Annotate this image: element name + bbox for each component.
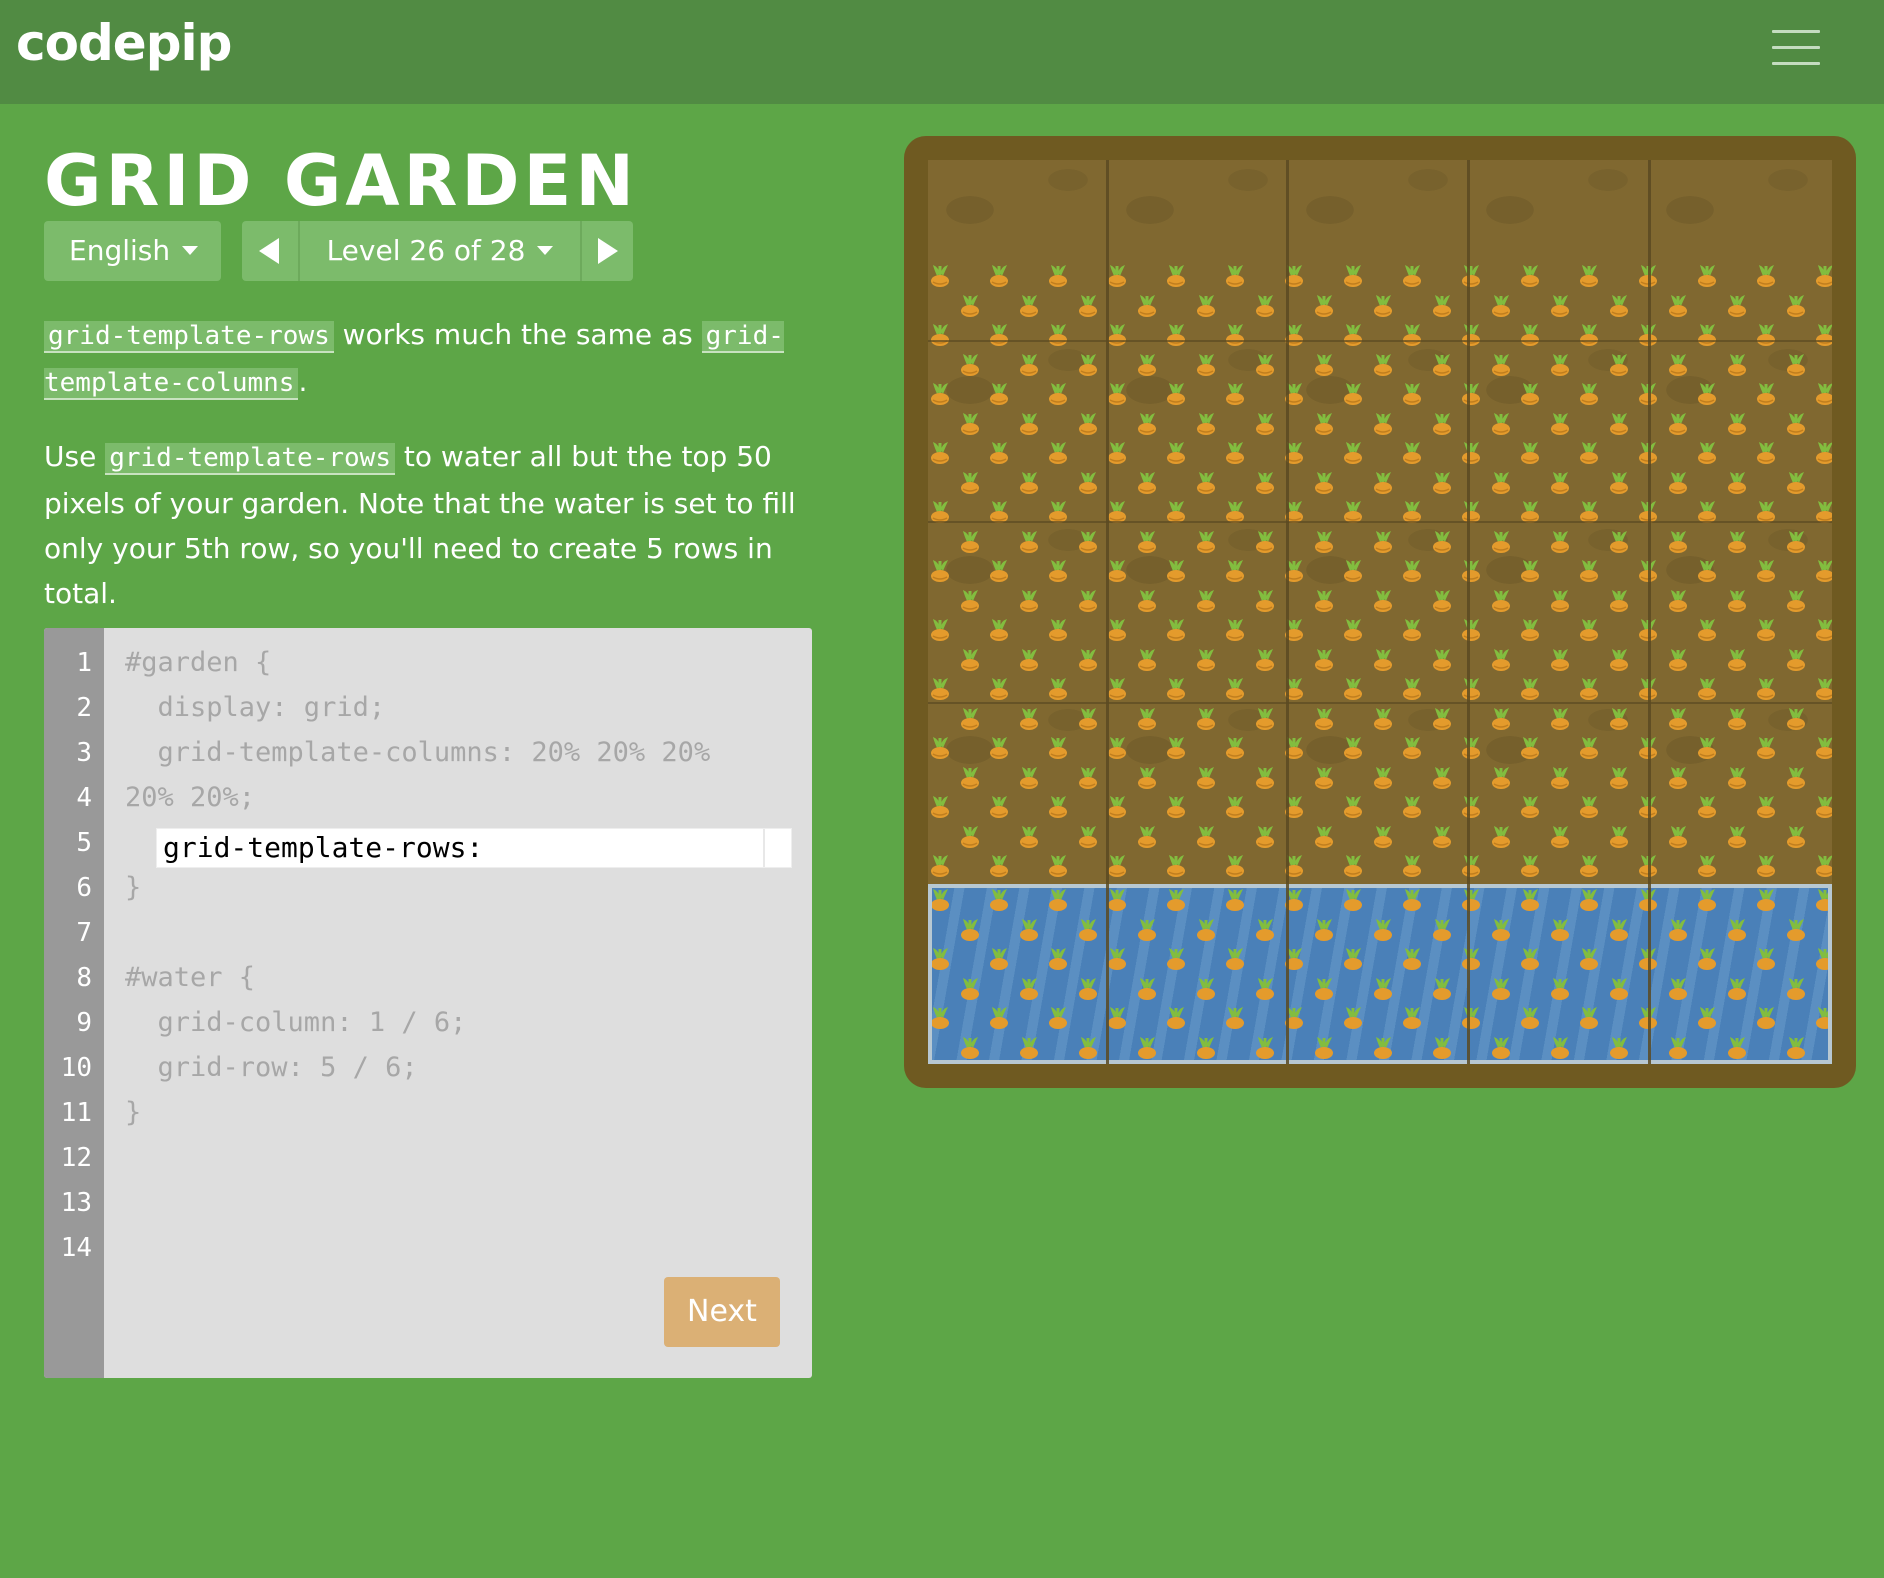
next-button[interactable]: Next xyxy=(664,1277,780,1347)
chevron-down-icon xyxy=(182,245,199,255)
garden-frame xyxy=(904,136,1856,1088)
grid-line xyxy=(1106,160,1109,1064)
grid-line xyxy=(928,702,1832,704)
code-editor: 1 2 3 4 5 6 7 8 9 10 11 12 13 14 #garden… xyxy=(44,628,812,1378)
page-title: GRID GARDEN xyxy=(44,140,638,222)
line-number: 12 xyxy=(60,1143,92,1173)
line-number: 3 xyxy=(76,738,92,768)
css-answer-input[interactable]: grid-template-rows: xyxy=(156,828,792,868)
level-label: Level 26 of 28 xyxy=(326,234,526,267)
triangle-left-icon xyxy=(259,238,279,264)
hamburger-menu-icon[interactable] xyxy=(1770,26,1826,72)
code-line: grid-column: 1 / 6; xyxy=(125,1007,467,1038)
line-number: 4 xyxy=(76,783,92,813)
instruction-text: Use xyxy=(44,440,106,473)
water-area xyxy=(928,884,1832,1064)
watered-carrots xyxy=(932,888,1828,1060)
code-line: #garden { xyxy=(125,647,272,678)
code-line: } xyxy=(125,872,142,903)
previous-level-button[interactable] xyxy=(242,221,298,281)
line-number: 8 xyxy=(76,963,92,993)
codepip-logo[interactable]: codepip xyxy=(16,14,232,72)
grid-line xyxy=(1648,160,1651,1064)
garden-board xyxy=(928,160,1832,1064)
line-number: 11 xyxy=(60,1098,92,1128)
instruction-text: . xyxy=(298,365,308,398)
input-divider xyxy=(763,829,765,867)
line-number: 14 xyxy=(60,1233,92,1263)
level-navigation: Level 26 of 28 xyxy=(242,221,633,281)
code-line: #water { xyxy=(125,962,256,993)
line-number: 6 xyxy=(76,873,92,903)
instruction-paragraph-1: grid-template-rows works much the same a… xyxy=(44,312,824,406)
code-line: } xyxy=(125,1097,142,1128)
code-snippet: grid-template-rows xyxy=(105,443,395,475)
grid-line xyxy=(928,521,1832,523)
top-bar: codepip xyxy=(0,0,1884,104)
input-value: grid-template-rows: xyxy=(163,831,484,864)
grid-line xyxy=(1286,160,1289,1064)
level-dropdown[interactable]: Level 26 of 28 xyxy=(298,221,580,281)
grid-line xyxy=(1467,160,1470,1064)
line-number-gutter: 1 2 3 4 5 6 7 8 9 10 11 12 13 14 xyxy=(44,628,104,1378)
line-number: 2 xyxy=(76,693,92,723)
line-number: 1 xyxy=(76,648,92,678)
line-number: 5 xyxy=(76,828,92,858)
code-snippet: grid-template-rows xyxy=(44,321,334,353)
chevron-down-icon xyxy=(537,245,554,255)
language-dropdown[interactable]: English xyxy=(44,221,221,281)
language-label: English xyxy=(69,234,171,267)
code-line: grid-template-columns: 20% 20% 20% xyxy=(125,737,711,768)
code-line: display: grid; xyxy=(125,692,386,723)
line-number: 7 xyxy=(76,918,92,948)
instruction-paragraph-2: Use grid-template-rows to water all but … xyxy=(44,434,824,616)
instruction-text: works much the same as xyxy=(333,318,702,351)
line-number: 10 xyxy=(60,1053,92,1083)
line-number: 13 xyxy=(60,1188,92,1218)
triangle-right-icon xyxy=(598,238,618,264)
line-number: 9 xyxy=(76,1008,92,1038)
next-level-button[interactable] xyxy=(580,221,633,281)
code-line: 20% 20%; xyxy=(125,782,256,813)
code-line: grid-row: 5 / 6; xyxy=(125,1052,418,1083)
grid-line xyxy=(928,340,1832,342)
